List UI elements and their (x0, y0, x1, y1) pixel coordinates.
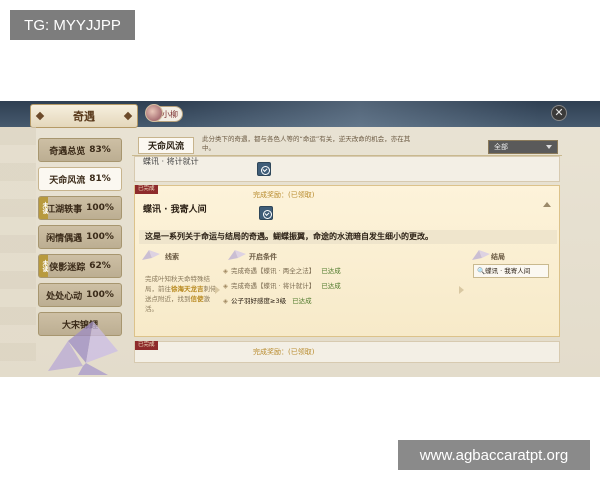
watermark-bottom-right: www.agbaccaratpt.org (398, 440, 590, 470)
arrow-right-icon (459, 286, 464, 294)
diamond-icon: ◈ (223, 297, 228, 305)
game-window: 奇遇 小柳 ✕ 奇遇总览 83% 天命风流 81% 未读 江湖轶事 100% 闲… (0, 101, 600, 377)
watermark-top-left: TG: MYYJJPP (10, 10, 135, 40)
filter-dropdown[interactable]: 全部 (488, 140, 558, 154)
menu-item-label: 天命风流 (49, 175, 86, 186)
condition-item: ◈ 完成奇遇【蝶讯 · 将计就计】 已达成 (223, 279, 453, 294)
filter-value: 全部 (494, 143, 508, 151)
left-decoration (0, 127, 36, 377)
arrow-right-icon (215, 286, 220, 294)
ending-result[interactable]: 🔍蝶讯 · 我寄人间 (473, 264, 549, 278)
menu-item-overview[interactable]: 奇遇总览 83% (38, 138, 122, 162)
column-clue: 线索 (165, 253, 179, 261)
check-icon (257, 162, 271, 176)
list-item-name: 蝶讯 · 我寄人间 (143, 205, 207, 215)
ending-text: 蝶讯 · 我寄人间 (485, 267, 531, 275)
tab-description: 此分类下的奇遇，都与各色人等的“命运”有关，逆天改命的机会，亦在其中。 (202, 135, 411, 152)
menu-item-destiny[interactable]: 天命风流 81% (38, 167, 122, 191)
reward-status: 完成奖励：(已领取) (253, 348, 315, 356)
top-bar-decoration (180, 101, 540, 127)
condition-status: 已达成 (321, 282, 341, 290)
tab-title: 天命风流 (138, 137, 194, 154)
diamond-icon: ◈ (223, 282, 228, 290)
menu-item-heart[interactable]: 处处心动 100% (38, 283, 122, 307)
avatar[interactable] (145, 104, 163, 122)
close-button[interactable]: ✕ (551, 105, 567, 121)
list-item[interactable]: 蝶讯 · 将计就计 (134, 156, 560, 182)
unread-tag: 未读 (39, 255, 48, 277)
menu-item-label: 奇遇总览 (49, 146, 86, 157)
menu-item-label: 处处心动 (46, 291, 83, 302)
condition-list: ◈ 完成奇遇【蝶讯 · 两全之法】 已达成 ◈ 完成奇遇【蝶讯 · 将计就计】 已达成 … (223, 264, 453, 309)
crane-icon (142, 250, 160, 260)
check-icon (259, 206, 273, 220)
menu-item-pct: 100% (86, 290, 114, 300)
menu-item-shadow[interactable]: 未读 侠影迷踪 62% (38, 254, 122, 278)
menu-item-label: 闲情偶遇 (46, 233, 83, 244)
menu-item-pct: 83% (89, 145, 111, 155)
condition-status: 已达成 (292, 297, 312, 305)
menu-item-label: 侠影迷踪 (49, 262, 86, 273)
menu-item-leisure[interactable]: 闲情偶遇 100% (38, 225, 122, 249)
condition-item: ◈ 完成奇遇【蝶讯 · 两全之法】 已达成 (223, 264, 453, 279)
list-item-name: 蝶讯 · 将计就计 (143, 157, 199, 166)
chevron-up-icon[interactable] (543, 202, 551, 207)
condition-text: 完成奇遇【蝶讯 · 两全之法】 (231, 267, 316, 275)
chevron-down-icon (546, 145, 552, 149)
menu-item-pct: 100% (86, 203, 114, 213)
status-badge: 已完成 (135, 185, 158, 194)
condition-item: ◈ 公子羽好感度≥3级 已达成 (223, 294, 453, 309)
status-badge: 已完成 (135, 341, 158, 350)
clue-highlight: 徐海天龙吉 (171, 285, 204, 293)
diamond-icon: ◈ (223, 267, 228, 275)
menu-item-label: 江湖轶事 (46, 204, 83, 215)
destiny-panel: 天命风流 此分类下的奇遇，都与各色人等的“命运”有关，逆天改命的机会，亦在其中。… (132, 135, 562, 377)
reward-status: 完成奖励：(已领取) (253, 191, 315, 199)
menu-item-pct: 100% (86, 232, 114, 242)
clue-highlight: 信使 (190, 295, 204, 303)
clue-text: 完成叶知秋天命特殊结局，前往徐海天龙吉刺侍送点附近，找到信使激活。 (145, 274, 219, 314)
window-title: 奇遇 (30, 104, 138, 128)
column-conditions: 开启条件 (249, 253, 277, 261)
list-item-expanded[interactable]: 已完成 完成奖励：(已领取) 蝶讯 · 我寄人间 这是一系列关于命运与结局的奇遇… (134, 185, 560, 337)
condition-status: 已达成 (321, 267, 341, 275)
unread-tag: 未读 (39, 197, 48, 219)
search-icon: 🔍 (477, 267, 486, 275)
crane-icon (228, 250, 246, 260)
condition-text: 公子羽好感度≥3级 (231, 297, 287, 305)
menu-item-pct: 81% (89, 174, 111, 184)
encounter-description: 这是一系列关于命运与结局的奇遇。蝴蝶振翼，命途的水流暗自发生细小的更改。 (139, 230, 557, 244)
crane-icon (472, 250, 490, 260)
menu-item-jianghu[interactable]: 未读 江湖轶事 100% (38, 196, 122, 220)
list-item[interactable]: 已完成 完成奖励：(已领取) (134, 341, 560, 363)
column-ending: 结局 (491, 253, 505, 261)
paper-crane-icon (48, 321, 118, 375)
condition-text: 完成奇遇【蝶讯 · 将计就计】 (231, 282, 316, 290)
menu-item-pct: 62% (89, 261, 111, 271)
